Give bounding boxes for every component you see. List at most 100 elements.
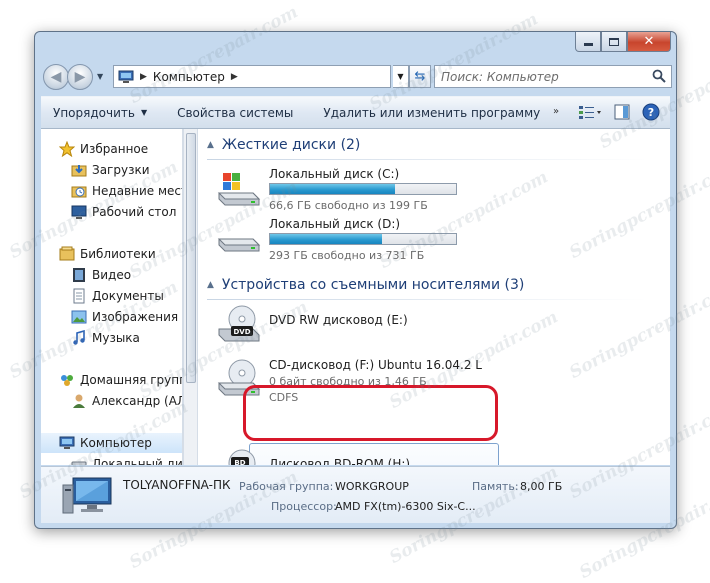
libraries-icon: [59, 246, 75, 261]
address-history-dropdown[interactable]: ▼: [393, 65, 409, 88]
sidebar-item-label: Видео: [92, 268, 132, 282]
sidebar-item-libraries[interactable]: Библиотеки: [59, 244, 182, 264]
sidebar-item-label: Документы: [92, 289, 164, 303]
hard-drive-icon: [71, 461, 87, 465]
organize-button[interactable]: Упорядочить ▼: [53, 106, 147, 120]
minimize-button[interactable]: [575, 32, 601, 52]
explorer-window: ✕ ◀ ▶ ▼ ▶ Компьютер ▶ ▼ ⇆ Поиск: Компьют…: [34, 31, 677, 529]
group-header-removable[interactable]: ▲ Устройства со съемными носителями (3): [207, 277, 647, 300]
back-button[interactable]: ◀: [43, 64, 69, 90]
sidebar-item-label: Недавние места: [92, 184, 182, 198]
drive-name: Дисковод BD-ROM (H:): [269, 457, 411, 465]
drive-free-space: 66,6 ГБ свободно из 199 ГБ: [269, 199, 428, 212]
group-header-hard-disks[interactable]: ▲ Жесткие диски (2): [207, 137, 647, 160]
sidebar-item-video[interactable]: Видео: [71, 265, 182, 285]
breadcrumb-separator-icon[interactable]: ▶: [140, 72, 147, 82]
sidebar-item-favorites[interactable]: Избранное: [59, 139, 182, 159]
sidebar-item-images[interactable]: Изображения: [71, 307, 182, 327]
drive-name: Локальный диск (D:): [269, 217, 401, 231]
command-bar: Упорядочить ▼ Свойства системы Удалить и…: [41, 96, 670, 129]
star-icon: [59, 141, 75, 157]
breadcrumb-computer[interactable]: Компьютер: [153, 70, 225, 84]
svg-text:?: ?: [648, 106, 654, 119]
drive-free-space: 293 ГБ свободно из 731 ГБ: [269, 249, 425, 262]
view-options-icon[interactable]: [578, 104, 602, 120]
scrollbar-thumb[interactable]: [186, 133, 196, 383]
drive-name: DVD RW дисковод (E:): [269, 313, 408, 327]
sidebar-item-local-disk[interactable]: Локальный диск: [71, 454, 183, 465]
cpu-value: AMD FX(tm)-6300 Six-C...: [335, 500, 476, 513]
system-properties-label: Свойства системы: [177, 105, 294, 120]
collapse-chevron-icon[interactable]: ▲: [207, 140, 214, 150]
navigation-pane: Избранное Загрузки Недавние места Рабочи…: [41, 129, 183, 465]
computer-icon: [59, 436, 75, 449]
drive-name: CD-дисковод (F:) Ubuntu 16.04.2 L: [269, 358, 482, 372]
search-icon[interactable]: [652, 69, 666, 83]
sidebar-item-music[interactable]: Музыка: [71, 328, 182, 348]
sidebar-item-label: Локальный диск: [92, 457, 183, 465]
window-controls: ✕: [575, 32, 671, 53]
explorer-body: Избранное Загрузки Недавние места Рабочи…: [41, 129, 670, 465]
search-input[interactable]: Поиск: Компьютер: [434, 65, 672, 88]
sidebar-item-homegroup[interactable]: Домашняя группа: [59, 370, 183, 390]
forward-arrow-icon: ▶: [74, 69, 86, 85]
sidebar-item-label: Рабочий стол: [92, 205, 177, 219]
collapse-chevron-icon[interactable]: ▲: [207, 280, 214, 290]
navigation-pane-scrollbar[interactable]: [183, 129, 198, 465]
drive-usage-fill: [270, 234, 382, 244]
drive-item-bd[interactable]: BD Дисковод BD-ROM (H:): [211, 445, 476, 465]
view-controls: ?: [578, 103, 660, 121]
sidebar-item-label: Изображения: [92, 310, 179, 324]
maximize-icon: [609, 37, 619, 46]
close-button[interactable]: ✕: [627, 32, 671, 52]
forward-button[interactable]: ▶: [67, 64, 93, 90]
dvd-drive-icon: DVD: [218, 305, 260, 342]
help-icon[interactable]: ?: [642, 103, 660, 121]
more-commands-button[interactable]: »: [553, 106, 559, 117]
sidebar-item-documents[interactable]: Документы: [71, 286, 182, 306]
memory-label: Память:: [472, 480, 519, 493]
navigation-bar: ◀ ▶ ▼ ▶ Компьютер ▶ ▼ ⇆ Поиск: Компьютер: [41, 63, 672, 91]
dvd-badge: DVD: [233, 328, 250, 336]
group-divider: [207, 299, 647, 300]
sidebar-item-recent-places[interactable]: Недавние места: [71, 181, 182, 201]
group-header-label: Устройства со съемными носителями (3): [221, 277, 525, 293]
group-header-label: Жесткие диски (2): [221, 137, 361, 153]
system-properties-button[interactable]: Свойства системы: [177, 106, 293, 120]
drive-usage-bar: [269, 233, 457, 245]
drive-item-dvd[interactable]: DVD DVD RW дисковод (E:): [211, 301, 476, 351]
maximize-button[interactable]: [601, 32, 627, 52]
sidebar-item-label: Домашняя группа: [80, 373, 183, 387]
uninstall-program-button[interactable]: Удалить или изменить программу: [323, 106, 540, 120]
desktop-icon: [71, 205, 87, 219]
computer-icon: [62, 477, 112, 514]
sidebar-item-label: Библиотеки: [80, 247, 156, 261]
drive-item-c[interactable]: Локальный диск (C:) 66,6 ГБ свободно из …: [211, 165, 476, 215]
music-icon: [73, 330, 85, 345]
group-divider: [207, 159, 647, 160]
breadcrumb-separator-icon[interactable]: ▶: [231, 72, 238, 82]
sidebar-item-computer[interactable]: Компьютер: [41, 433, 182, 453]
refresh-button[interactable]: ⇆: [409, 65, 431, 88]
sidebar-item-user[interactable]: Александр (АЛЕ: [71, 391, 182, 411]
details-pane: TOLYANOFFNA-ПК Рабочая группа: WORKGROUP…: [41, 466, 670, 523]
content-viewport: ▲ Жесткие диски (2) Локальный диск (C:) …: [199, 129, 670, 465]
chevron-down-icon: ▼: [140, 108, 148, 117]
bd-drive-icon: BD: [228, 449, 256, 465]
preview-pane-icon[interactable]: [614, 104, 630, 120]
sidebar-item-desktop[interactable]: Рабочий стол: [71, 202, 182, 222]
sidebar-item-label: Музыка: [92, 331, 140, 345]
sidebar-item-label: Загрузки: [92, 163, 150, 177]
back-arrow-icon: ◀: [50, 69, 62, 85]
drive-item-d[interactable]: Локальный диск (D:) 293 ГБ свободно из 7…: [211, 215, 476, 265]
sidebar-item-downloads[interactable]: Загрузки: [71, 160, 182, 180]
uninstall-program-label: Удалить или изменить программу: [323, 105, 541, 120]
recent-places-icon: [71, 186, 87, 198]
documents-icon: [73, 288, 85, 304]
workgroup-value: WORKGROUP: [335, 480, 409, 493]
recent-pages-dropdown[interactable]: ▼: [97, 72, 103, 81]
content-pane: ▲ Жесткие диски (2) Локальный диск (C:) …: [199, 129, 670, 465]
address-bar[interactable]: ▶ Компьютер ▶: [113, 65, 391, 88]
hard-drive-icon: [217, 238, 261, 252]
close-icon: ✕: [643, 34, 655, 49]
